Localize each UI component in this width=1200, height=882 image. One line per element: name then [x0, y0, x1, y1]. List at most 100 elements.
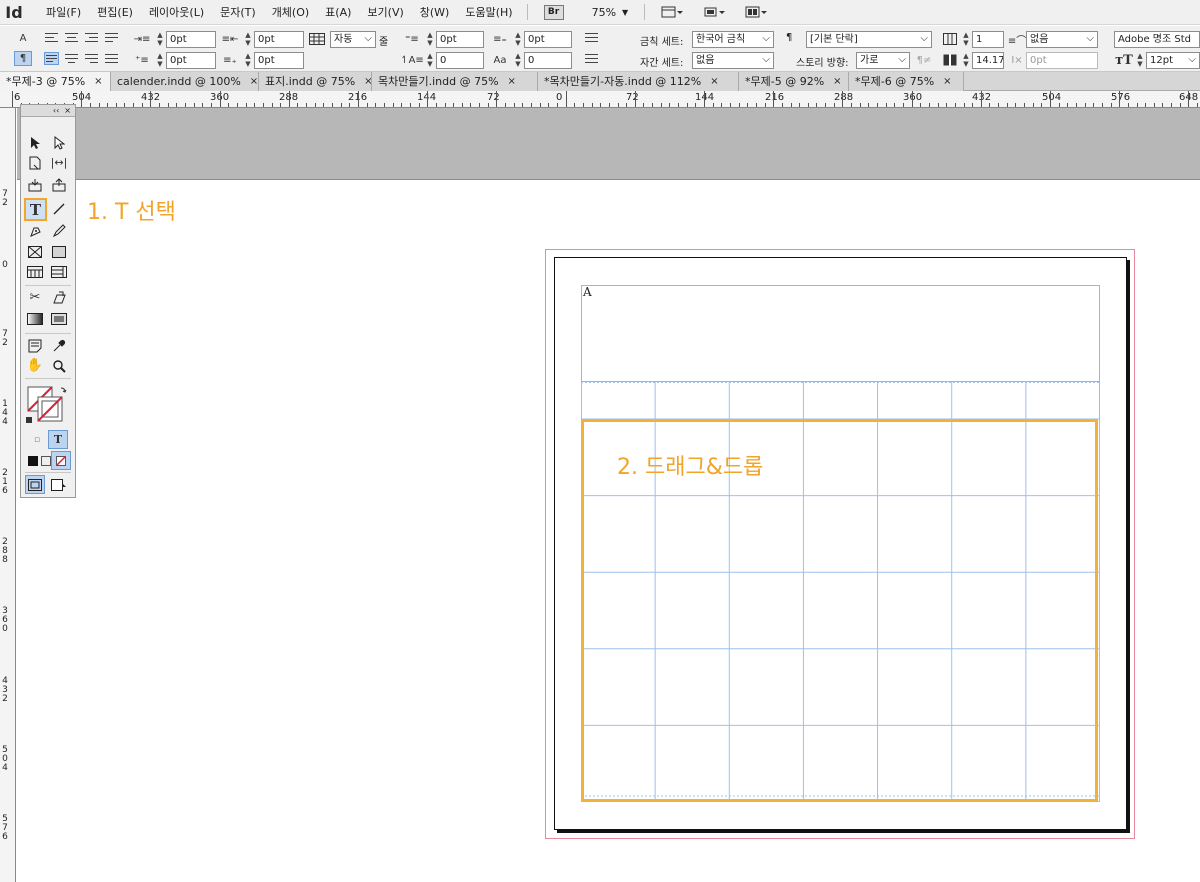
page-tool-icon[interactable] [25, 153, 45, 172]
story-direction-dropdown[interactable]: 가로 [856, 52, 910, 69]
gradient-swatch-tool-icon[interactable] [25, 309, 45, 328]
justify-all-icon[interactable] [104, 52, 119, 65]
zoom-dropdown-icon[interactable]: ▼ [622, 8, 628, 17]
type-tool-icon[interactable]: T [24, 198, 47, 221]
bridge-button[interactable]: Br [543, 4, 564, 20]
space-after-field[interactable]: 0pt [524, 31, 572, 48]
apply-none-icon[interactable] [51, 451, 71, 470]
gap-tool-icon[interactable]: |↔| [49, 153, 69, 172]
tab-cover[interactable]: 표지.indd @ 75% × [259, 72, 373, 91]
font-size-dropdown[interactable]: 12pt [1146, 52, 1200, 69]
view-options-icon[interactable] [659, 5, 685, 19]
close-icon[interactable]: × [94, 72, 102, 91]
numbered-list-icon[interactable] [584, 52, 599, 65]
close-icon[interactable]: × [508, 72, 516, 91]
zoom-tool-icon[interactable] [49, 356, 69, 375]
space-after-stepper[interactable]: ▲ ▼ [514, 31, 522, 48]
fill-stroke-swatch[interactable] [26, 385, 70, 425]
first-line-indent-field[interactable]: 0pt [166, 52, 216, 69]
last-line-indent-stepper[interactable]: ▲ ▼ [244, 52, 252, 69]
rectangle-tool-icon[interactable] [49, 242, 69, 261]
note-tool-icon[interactable] [25, 336, 45, 355]
horizontal-ruler[interactable]: 6 504 432 360 288 216 144 72 0 72 144 21… [0, 91, 1200, 108]
selection-tool-icon[interactable] [25, 133, 45, 152]
space-before-stepper[interactable]: ▲ ▼ [426, 31, 434, 48]
close-icon[interactable]: × [250, 72, 258, 91]
span-columns-dropdown[interactable]: 없음 [1026, 31, 1098, 48]
rectangle-frame-tool-icon[interactable] [25, 242, 45, 261]
left-indent-stepper[interactable]: ▲ ▼ [156, 31, 164, 48]
first-line-indent-stepper[interactable]: ▲ ▼ [156, 52, 164, 69]
left-indent-field[interactable]: 0pt [166, 31, 216, 48]
drop-cap-lines-stepper[interactable]: ▲ ▼ [426, 52, 434, 69]
vertical-grid-tool-icon[interactable] [49, 262, 69, 281]
bullet-indent-field[interactable]: 0pt [1026, 52, 1098, 69]
collapse-icon[interactable]: ‹‹ [53, 106, 59, 115]
align-right-icon[interactable] [84, 31, 99, 44]
mojikumi-dropdown[interactable]: 없음 [692, 52, 774, 69]
menu-window[interactable]: 창(W) [412, 4, 458, 20]
pencil-tool-icon[interactable] [49, 221, 69, 240]
menu-edit[interactable]: 편집(E) [89, 4, 141, 20]
align-left-icon[interactable] [44, 31, 59, 44]
tab-untitled-5[interactable]: *무제-5 @ 92% × [739, 72, 849, 91]
last-line-indent-field[interactable]: 0pt [254, 52, 304, 69]
menu-object[interactable]: 개체(O) [264, 4, 317, 20]
font-family-field[interactable]: Adobe 명조 Std [1114, 31, 1200, 48]
grid-mode-dropdown[interactable]: 자동 [330, 31, 376, 48]
formatting-container-icon[interactable]: ▫ [27, 430, 47, 449]
menu-view[interactable]: 보기(V) [359, 4, 411, 20]
formatting-text-icon[interactable]: T [48, 430, 68, 449]
menu-table[interactable]: 표(A) [317, 4, 359, 20]
tab-calender[interactable]: calender.indd @ 100% × [111, 72, 259, 91]
eyedropper-tool-icon[interactable] [49, 336, 69, 355]
align-center-icon[interactable] [64, 31, 79, 44]
free-transform-tool-icon[interactable] [49, 288, 69, 307]
arrange-documents-icon[interactable] [743, 5, 769, 19]
columns-field[interactable]: 1 [972, 31, 1004, 48]
vertical-ruler[interactable]: 7 2 0 7 2 1 4 4 2 1 6 2 8 8 3 6 0 4 3 2 … [0, 108, 16, 882]
direct-selection-tool-icon[interactable] [49, 133, 69, 152]
close-icon[interactable]: × [943, 72, 951, 91]
character-formatting-toggle[interactable]: A [14, 31, 32, 45]
right-indent-stepper[interactable]: ▲ ▼ [244, 31, 252, 48]
justify-center-icon[interactable] [64, 52, 79, 65]
font-size-stepper[interactable]: ▲ ▼ [1136, 52, 1144, 69]
content-placer-icon[interactable] [49, 175, 69, 194]
menu-type[interactable]: 문자(T) [212, 4, 264, 20]
tab-untitled-3[interactable]: *무제-3 @ 75% × [0, 72, 111, 91]
tools-panel-header[interactable]: ‹‹ × [21, 105, 75, 117]
screen-mode-icon[interactable] [701, 5, 727, 19]
bulleted-list-icon[interactable] [584, 31, 599, 44]
menu-file[interactable]: 파일(F) [38, 4, 89, 20]
zoom-level[interactable]: 75% [592, 6, 616, 19]
tab-untitled-6[interactable]: *무제-6 @ 75% × [849, 72, 964, 91]
scissors-tool-icon[interactable]: ✂ [25, 288, 45, 307]
right-indent-field[interactable]: 0pt [254, 31, 304, 48]
hand-tool-icon[interactable]: ✋ [25, 356, 45, 375]
gutter-field[interactable]: 14.17 [972, 52, 1004, 69]
tab-toc[interactable]: 목차만들기.indd @ 75% × [372, 72, 538, 91]
tab-toc-auto[interactable]: *목차만들기-자동.indd @ 112% × [538, 72, 739, 91]
preview-view-icon[interactable] [49, 475, 69, 494]
gutter-stepper[interactable]: ▲ ▼ [962, 52, 970, 69]
text-frame[interactable] [581, 285, 1100, 382]
menu-layout[interactable]: 레이아웃(L) [141, 4, 212, 20]
content-collector-icon[interactable] [25, 175, 45, 194]
close-icon[interactable]: × [833, 72, 841, 91]
horizontal-grid-tool-icon[interactable] [25, 262, 45, 281]
columns-stepper[interactable]: ▲ ▼ [962, 31, 970, 48]
gradient-feather-tool-icon[interactable] [49, 309, 69, 328]
drop-cap-lines-field[interactable]: 0 [436, 52, 484, 69]
pen-tool-icon[interactable] [25, 221, 45, 240]
drop-cap-chars-stepper[interactable]: ▲ ▼ [514, 52, 522, 69]
close-icon[interactable]: × [64, 106, 71, 115]
align-towards-spine-icon[interactable] [104, 31, 119, 44]
paragraph-style-dropdown[interactable]: [기본 단락] [806, 31, 932, 48]
space-before-field[interactable]: 0pt [436, 31, 484, 48]
drop-cap-chars-field[interactable]: 0 [524, 52, 572, 69]
menu-help[interactable]: 도움말(H) [457, 4, 520, 20]
normal-view-icon[interactable] [25, 475, 45, 494]
close-icon[interactable]: × [710, 72, 718, 91]
paragraph-formatting-toggle[interactable]: ¶ [14, 51, 32, 66]
